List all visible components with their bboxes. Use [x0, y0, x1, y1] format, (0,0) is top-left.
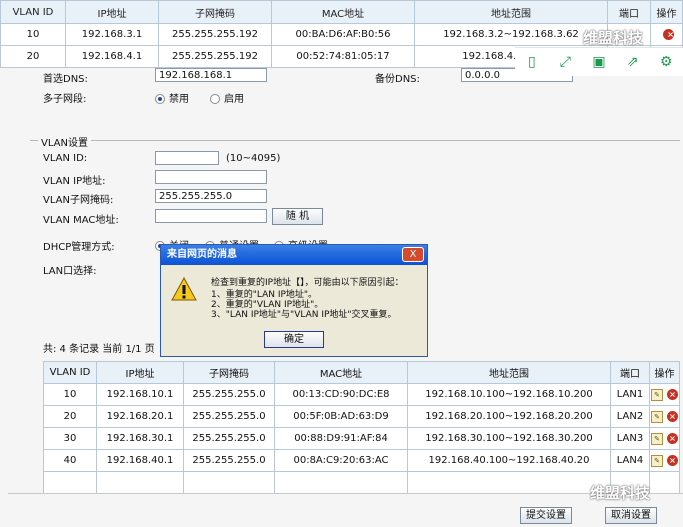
vlan-ip-input[interactable]	[155, 170, 267, 184]
col-vlan-id: VLAN ID	[0, 0, 66, 24]
table-row: 20 192.168.20.1 255.255.255.0 00:5F:0B:A…	[43, 405, 680, 428]
dialog-title: 来自网页的消息	[161, 245, 427, 265]
warning-icon	[171, 277, 197, 301]
vlan-mac-input[interactable]	[155, 209, 267, 223]
gear-icon[interactable]: ⚙	[658, 54, 674, 70]
record-info: 共: 4 条记录 当前 1/1 页	[43, 344, 155, 355]
edit-icon[interactable]: ✎	[651, 432, 663, 445]
col-ip: IP地址	[65, 0, 159, 24]
dialog-line4: 3、"LAN IP地址"与"VLAN IP地址"交叉重复。	[211, 310, 397, 320]
edit-icon[interactable]: ✎	[651, 454, 663, 467]
col-actions: 操作	[650, 0, 683, 24]
vlan-table: VLAN ID IP地址 子网掩码 MAC地址 地址范围 端口 操作 10 19…	[43, 361, 680, 494]
floating-toolbar: ▯ ⤢ ▣ ⇗ ⚙	[515, 47, 683, 76]
delete-icon[interactable]: ×	[667, 411, 678, 422]
table-row: 10 192.168.10.1 255.255.255.0 00:13:CD:9…	[43, 383, 680, 406]
dns-input[interactable]: 192.168.168.1	[155, 68, 267, 82]
delete-icon[interactable]: ×	[663, 28, 674, 40]
section-title: VLAN设置	[38, 134, 91, 149]
vlan-id-label: VLAN ID:	[43, 153, 88, 164]
message-dialog: 来自网页的消息 X 检查到重复的IP地址【】，可能由以下原因引起： 1、重复的"…	[160, 244, 428, 357]
vlan-mask-input[interactable]: 255.255.255.0	[155, 189, 267, 203]
col-range: 地址范围	[414, 0, 608, 24]
edit-icon[interactable]: ✎	[651, 410, 663, 423]
expand-icon[interactable]: ⤢	[557, 54, 573, 70]
delete-icon[interactable]: ×	[667, 455, 678, 466]
cancel-button[interactable]: 取消设置	[605, 507, 657, 524]
table-row	[43, 471, 680, 494]
vlan-mac-label: VLAN MAC地址:	[43, 215, 119, 226]
dns2-label: 备份DNS:	[375, 74, 420, 85]
radio-icon[interactable]	[210, 94, 220, 104]
vlan-ip-label: VLAN IP地址:	[43, 176, 106, 187]
table-row: 30 192.168.30.1 255.255.255.0 00:88:D9:9…	[43, 427, 680, 450]
delete-icon[interactable]: ×	[667, 389, 678, 400]
vlan-mask-label: VLAN子网掩码:	[43, 195, 114, 206]
vlan-id-input[interactable]	[155, 151, 219, 165]
table-row: 10 192.168.3.1 255.255.255.192 00:BA:D6:…	[0, 23, 683, 46]
dns-label: 首选DNS:	[43, 74, 88, 85]
random-mac-button[interactable]: 随 机	[272, 208, 323, 225]
col-mask: 子网掩码	[158, 0, 272, 24]
watermark-top: 维盟科技	[583, 29, 644, 47]
multi-subnet-on[interactable]: 启用	[210, 90, 244, 105]
footer-divider	[8, 493, 683, 494]
col-mac: MAC地址	[271, 0, 415, 24]
multi-subnet-label: 多子网段:	[43, 94, 87, 105]
share-icon[interactable]: ⇗	[625, 54, 641, 70]
ok-button[interactable]: 确定	[264, 331, 324, 348]
multi-subnet-off[interactable]: 禁用	[155, 90, 189, 105]
submit-button[interactable]: 提交设置	[520, 507, 572, 524]
radio-icon[interactable]	[155, 94, 165, 104]
delete-icon[interactable]: ×	[667, 433, 678, 444]
section-divider	[30, 140, 680, 141]
dhcp-label: DHCP管理方式:	[43, 242, 115, 253]
lan-select-label: LAN口选择:	[43, 266, 97, 277]
edit-icon[interactable]: ✎	[651, 388, 663, 401]
table-row: 40 192.168.40.1 255.255.255.0 00:8A:C9:2…	[43, 449, 680, 472]
col-port: 端口	[607, 0, 651, 24]
vlan-id-hint: (10~4095)	[226, 153, 281, 164]
close-icon[interactable]: X	[402, 247, 424, 262]
watermark-bottom: 维盟科技	[590, 484, 651, 502]
save-icon[interactable]: ▣	[591, 54, 607, 70]
tablet-icon[interactable]: ▯	[524, 54, 540, 70]
